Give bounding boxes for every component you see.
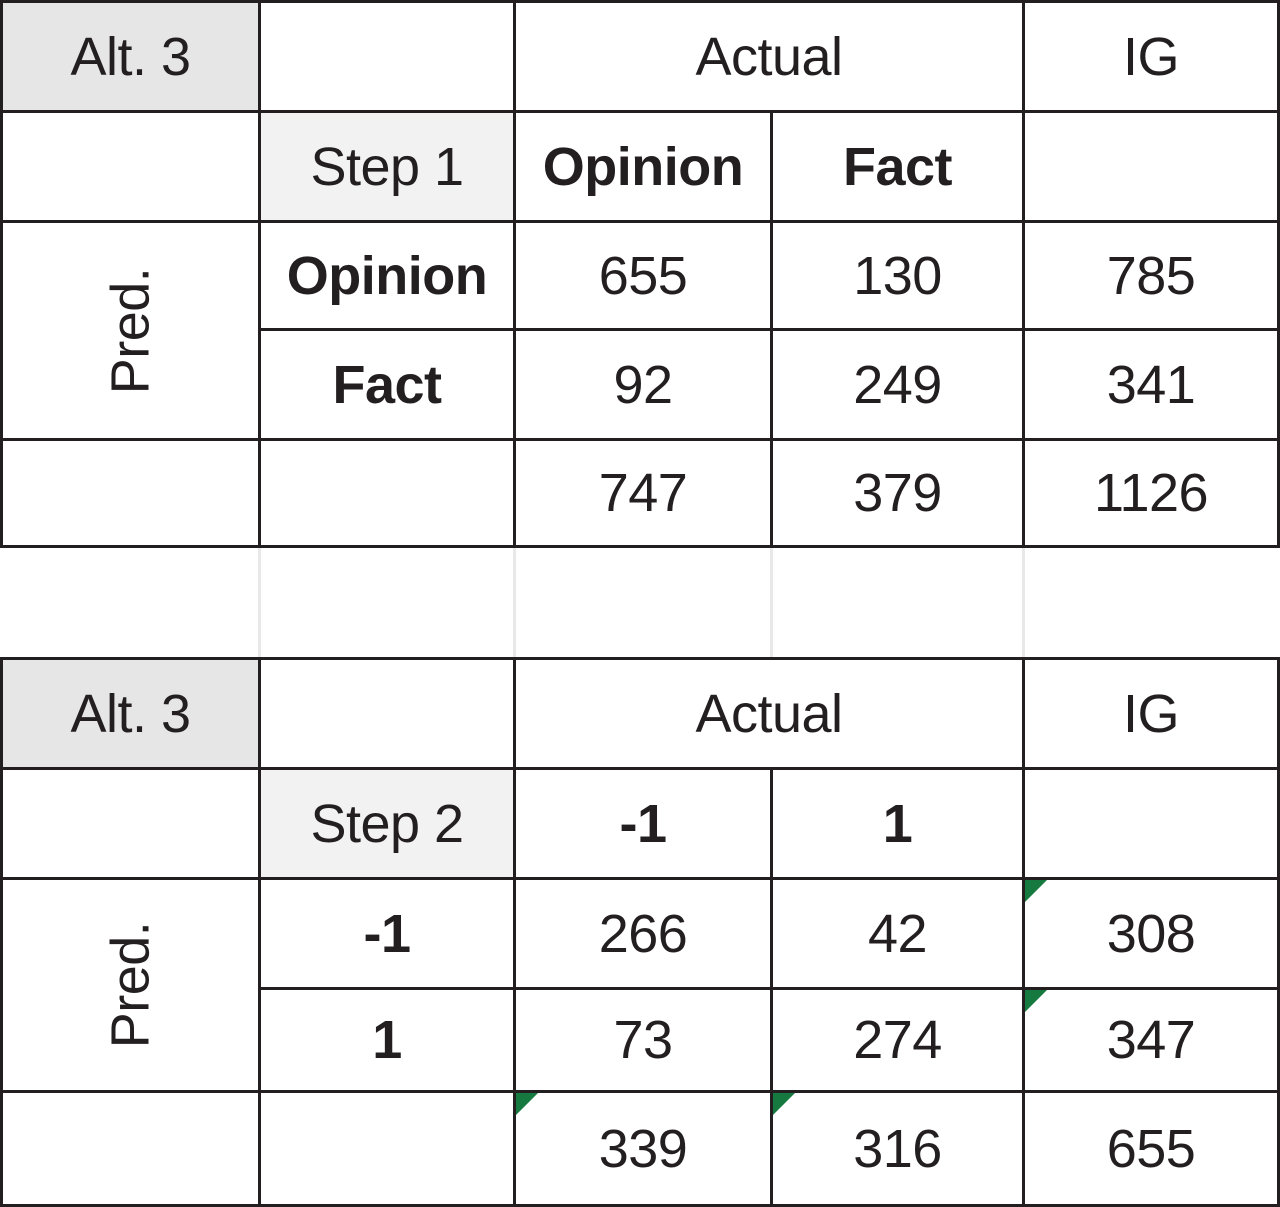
- t2-totals-blank-1[interactable]: [258, 1090, 516, 1207]
- t2-rowB-blank[interactable]: [0, 767, 261, 880]
- t1-rowB-ig-blank[interactable]: [1022, 110, 1280, 223]
- t1-header-blank[interactable]: [258, 0, 516, 113]
- gap-gridline-1: [258, 548, 261, 657]
- gap-gridline-4: [1022, 548, 1025, 657]
- error-flag-icon: [773, 1093, 795, 1115]
- error-flag-icon: [1025, 990, 1047, 1012]
- t2-ig-header[interactable]: IG: [1022, 657, 1280, 770]
- t2-cell-r1-c1[interactable]: 274: [770, 987, 1025, 1093]
- table-separator-gap: [0, 548, 1280, 657]
- t1-row-total-1[interactable]: 341: [1022, 328, 1280, 441]
- t2-pred-label[interactable]: Pred.: [0, 877, 261, 1093]
- t2-cell-r0-c1[interactable]: 42: [770, 877, 1025, 990]
- t2-rowB-ig-blank[interactable]: [1022, 767, 1280, 880]
- t1-step-label[interactable]: Step 1: [258, 110, 516, 223]
- t2-step-label[interactable]: Step 2: [258, 767, 516, 880]
- error-flag-icon: [516, 1093, 538, 1115]
- t2-grand-total[interactable]: 655: [1022, 1090, 1280, 1207]
- t2-row-total-1[interactable]: 347: [1022, 987, 1280, 1093]
- t1-pred-row-label-0[interactable]: Opinion: [258, 220, 516, 331]
- t2-actual-class-1[interactable]: 1: [770, 767, 1025, 880]
- t2-totals-blank-0[interactable]: [0, 1090, 261, 1207]
- t1-actual-header[interactable]: Actual: [513, 0, 1025, 113]
- spreadsheet-canvas: Alt. 3 Actual IG Step 1 Opinion Fact Pre…: [0, 0, 1280, 1207]
- t1-cell-r0-c0[interactable]: 655: [513, 220, 773, 331]
- t2-column-total-1[interactable]: 316: [770, 1090, 1025, 1207]
- t1-pred-label[interactable]: Pred.: [0, 220, 261, 441]
- t2-row-total-0[interactable]: 308: [1022, 877, 1280, 990]
- t2-corner-label[interactable]: Alt. 3: [0, 657, 261, 770]
- t1-column-total-0[interactable]: 747: [513, 438, 773, 548]
- t1-corner-label[interactable]: Alt. 3: [0, 0, 261, 113]
- t2-pred-row-label-0[interactable]: -1: [258, 877, 516, 990]
- t2-pred-row-label-1[interactable]: 1: [258, 987, 516, 1093]
- t1-totals-blank-1[interactable]: [258, 438, 516, 548]
- t1-cell-r1-c0[interactable]: 92: [513, 328, 773, 441]
- t1-actual-class-0[interactable]: Opinion: [513, 110, 773, 223]
- t1-cell-r0-c1[interactable]: 130: [770, 220, 1025, 331]
- t2-pred-label-text: Pred.: [100, 921, 161, 1049]
- t1-pred-row-label-1[interactable]: Fact: [258, 328, 516, 441]
- t2-cell-r0-c0[interactable]: 266: [513, 877, 773, 990]
- gap-gridline-3: [770, 548, 773, 657]
- t2-actual-header[interactable]: Actual: [513, 657, 1025, 770]
- t1-rowB-blank[interactable]: [0, 110, 261, 223]
- t1-cell-r1-c1[interactable]: 249: [770, 328, 1025, 441]
- t2-column-total-0[interactable]: 339: [513, 1090, 773, 1207]
- t1-actual-class-1[interactable]: Fact: [770, 110, 1025, 223]
- t2-cell-r1-c0[interactable]: 73: [513, 987, 773, 1093]
- gap-gridline-2: [513, 548, 516, 657]
- t2-header-blank[interactable]: [258, 657, 516, 770]
- t1-totals-blank-0[interactable]: [0, 438, 261, 548]
- t1-column-total-1[interactable]: 379: [770, 438, 1025, 548]
- t2-actual-class-0[interactable]: -1: [513, 767, 773, 880]
- t1-ig-header[interactable]: IG: [1022, 0, 1280, 113]
- t1-pred-label-text: Pred.: [100, 267, 161, 394]
- error-flag-icon: [1025, 880, 1047, 902]
- t1-grand-total[interactable]: 1126: [1022, 438, 1280, 548]
- t1-row-total-0[interactable]: 785: [1022, 220, 1280, 331]
